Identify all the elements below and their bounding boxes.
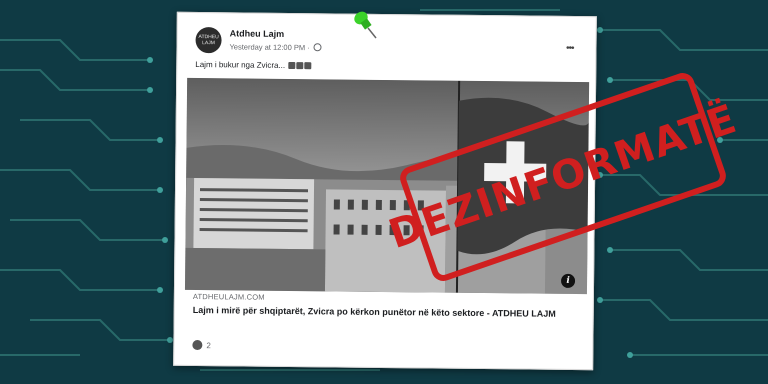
emoji-icon (304, 62, 312, 70)
info-icon[interactable]: i (560, 273, 576, 288)
page-avatar[interactable]: ATDHEU LAJM (195, 27, 222, 54)
like-icon (192, 339, 203, 351)
globe-icon (313, 43, 322, 52)
push-pin-icon (354, 11, 377, 39)
more-options-icon[interactable]: ••• (566, 43, 574, 54)
link-domain[interactable]: ATDHEULAJM.COM (193, 292, 265, 302)
emoji-icon (288, 61, 296, 70)
avatar-text-line2: LAJM (202, 40, 215, 47)
caption-text: Lajm i bukur nga Zvicra... (195, 60, 286, 70)
reaction-count: 2 (206, 340, 211, 350)
post-caption: Lajm i bukur nga Zvicra... (195, 60, 312, 70)
post-timestamp[interactable]: Yesterday at 12:00 PM (229, 42, 305, 52)
emoji-icon (296, 62, 304, 70)
link-title[interactable]: Lajm i mirë për shqiptarët, Zvicra po kë… (193, 304, 578, 320)
post-meta: Yesterday at 12:00 PM · (229, 42, 322, 52)
reactions-summary[interactable]: 2 (192, 339, 211, 351)
page-name[interactable]: Atdheu Lajm (230, 28, 285, 39)
